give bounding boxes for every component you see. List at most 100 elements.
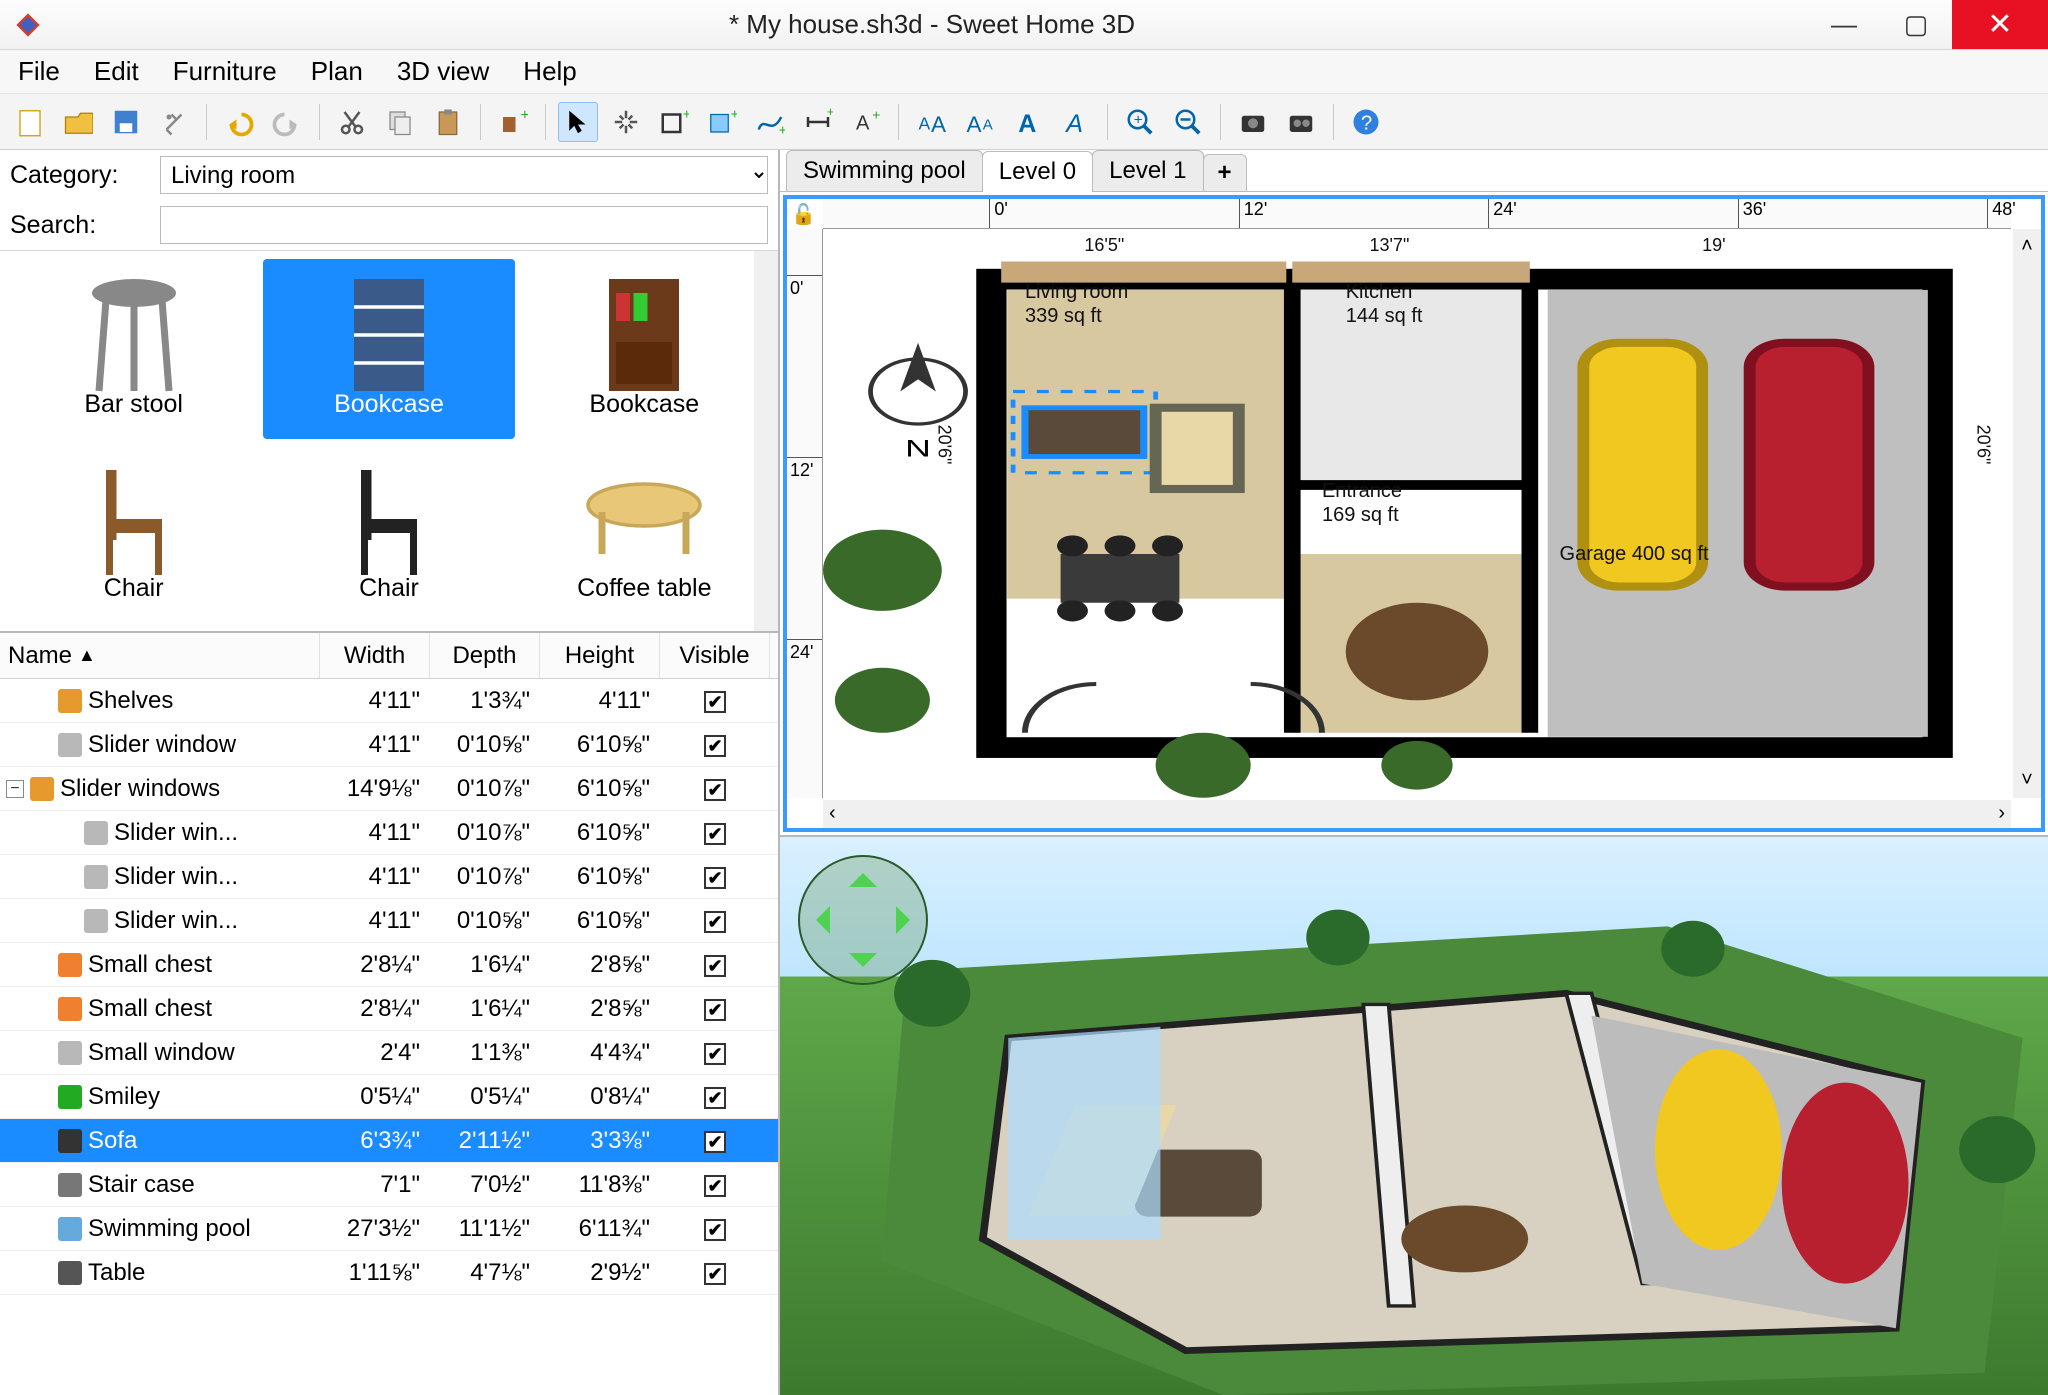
furniture-depth: 1'6¼" — [430, 995, 540, 1023]
paste-button[interactable] — [428, 102, 468, 142]
visible-checkbox[interactable]: ✔ — [704, 691, 726, 713]
add-text-button[interactable]: A+ — [846, 102, 886, 142]
new-button[interactable] — [10, 102, 50, 142]
furniture-row[interactable]: Table1'11⅝"4'7⅛"2'9½"✔ — [0, 1251, 778, 1295]
furniture-height: 6'10⅝" — [540, 863, 660, 891]
furniture-row[interactable]: Slider win...4'11"0'10⅝"6'10⅝"✔ — [0, 899, 778, 943]
close-button[interactable]: ✕ — [1952, 0, 2048, 49]
undo-button[interactable] — [219, 102, 259, 142]
new-icon — [15, 107, 45, 137]
furniture-depth: 0'10⅝" — [430, 731, 540, 759]
catalog-scrollbar[interactable] — [754, 251, 778, 631]
furniture-height: 11'8⅜" — [540, 1171, 660, 1199]
col-width[interactable]: Width — [320, 633, 430, 678]
open-button[interactable] — [58, 102, 98, 142]
cut-button[interactable] — [332, 102, 372, 142]
plan-canvas[interactable]: N Living room339 sq ftKitchen144 sq ftEn… — [823, 229, 2011, 798]
catalog-item[interactable]: Bar stool — [8, 259, 259, 439]
video-button[interactable] — [1281, 102, 1321, 142]
furniture-row[interactable]: Shelves4'11"1'3¾"4'11"✔ — [0, 679, 778, 723]
visible-checkbox[interactable]: ✔ — [704, 1219, 726, 1241]
visible-checkbox[interactable]: ✔ — [704, 735, 726, 757]
level-tab[interactable]: Level 0 — [982, 151, 1093, 192]
furniture-row[interactable]: Smiley0'5¼"0'5¼"0'8¼"✔ — [0, 1075, 778, 1119]
catalog-item[interactable]: Chair — [263, 443, 514, 623]
menu-plan[interactable]: Plan — [305, 52, 369, 91]
catalog-item[interactable]: Chair — [8, 443, 259, 623]
create-rooms-button[interactable]: + — [702, 102, 742, 142]
visible-checkbox[interactable]: ✔ — [704, 867, 726, 889]
maximize-button[interactable]: ▢ — [1880, 0, 1952, 49]
visible-checkbox[interactable]: ✔ — [704, 1087, 726, 1109]
search-input[interactable] — [160, 206, 768, 244]
catalog-item[interactable]: Coffee table — [519, 443, 770, 623]
menu-help[interactable]: Help — [517, 52, 582, 91]
furniture-row[interactable]: Slider window4'11"0'10⅝"6'10⅝"✔ — [0, 723, 778, 767]
furniture-depth: 1'3¾" — [430, 687, 540, 715]
pan-button[interactable] — [606, 102, 646, 142]
furniture-row[interactable]: Stair case7'1"7'0½"11'8⅜"✔ — [0, 1163, 778, 1207]
copy-button[interactable] — [380, 102, 420, 142]
furniture-row[interactable]: Swimming pool27'3½"11'1½"6'11¾"✔ — [0, 1207, 778, 1251]
visible-checkbox[interactable]: ✔ — [704, 1175, 726, 1197]
increase-text-button[interactable]: AA — [911, 102, 951, 142]
create-walls-button[interactable]: + — [654, 102, 694, 142]
help-button[interactable]: ? — [1346, 102, 1386, 142]
visible-checkbox[interactable]: ✔ — [704, 911, 726, 933]
furniture-icon — [58, 997, 82, 1021]
add-furniture-button[interactable]: + — [493, 102, 533, 142]
visible-checkbox[interactable]: ✔ — [704, 1043, 726, 1065]
visible-checkbox[interactable]: ✔ — [704, 999, 726, 1021]
create-dimensions-button[interactable]: + — [798, 102, 838, 142]
lock-icon[interactable]: 🔓 — [791, 202, 816, 227]
catalog-item[interactable]: Bookcase — [519, 259, 770, 439]
plan-h-scrollbar[interactable]: ‹› — [823, 800, 2011, 828]
zoom-in-button[interactable]: + — [1120, 102, 1160, 142]
menu-edit[interactable]: Edit — [88, 52, 145, 91]
col-visible[interactable]: Visible — [660, 633, 770, 678]
furniture-row[interactable]: −Slider windows14'9⅛"0'10⅞"6'10⅝"✔ — [0, 767, 778, 811]
furniture-row[interactable]: Small chest2'8¼"1'6¼"2'8⅝"✔ — [0, 987, 778, 1031]
menu-3d-view[interactable]: 3D view — [391, 52, 495, 91]
menu-furniture[interactable]: Furniture — [167, 52, 283, 91]
furniture-row[interactable]: Slider win...4'11"0'10⅞"6'10⅝"✔ — [0, 855, 778, 899]
level-tab[interactable]: Swimming pool — [786, 150, 983, 191]
furniture-width: 4'11" — [320, 731, 430, 759]
minimize-button[interactable]: — — [1808, 0, 1880, 49]
zoom-out-button[interactable] — [1168, 102, 1208, 142]
visible-checkbox[interactable]: ✔ — [704, 779, 726, 801]
preferences-button[interactable] — [154, 102, 194, 142]
select-button[interactable] — [558, 102, 598, 142]
add-furniture-icon: + — [498, 107, 528, 137]
col-height[interactable]: Height — [540, 633, 660, 678]
3d-view[interactable] — [780, 835, 2048, 1395]
plan-v-scrollbar[interactable]: ˄˅ — [2013, 229, 2041, 798]
plan-area[interactable]: 🔓 0'12'24'36'48' 0'12'24' — [783, 195, 2045, 832]
menu-file[interactable]: File — [12, 52, 66, 91]
tree-toggle-icon[interactable]: − — [6, 780, 24, 798]
furniture-row[interactable]: Small chest2'8¼"1'6¼"2'8⅝"✔ — [0, 943, 778, 987]
furniture-row[interactable]: Slider win...4'11"0'10⅞"6'10⅝"✔ — [0, 811, 778, 855]
italic-button[interactable]: A — [1055, 102, 1095, 142]
photo-button[interactable] — [1233, 102, 1273, 142]
level-tab[interactable]: Level 1 — [1092, 150, 1203, 191]
visible-checkbox[interactable]: ✔ — [704, 823, 726, 845]
decrease-text-button[interactable]: AA — [959, 102, 999, 142]
toolbar-separator — [319, 104, 320, 140]
furniture-height: 4'11" — [540, 687, 660, 715]
col-name[interactable]: Name▲ — [0, 633, 320, 678]
catalog-grid: Bar stoolBookcaseBookcaseChairChairCoffe… — [0, 251, 778, 631]
bold-button[interactable]: A — [1007, 102, 1047, 142]
add-level-button[interactable]: + — [1203, 154, 1247, 191]
catalog-item[interactable]: Bookcase — [263, 259, 514, 439]
col-depth[interactable]: Depth — [430, 633, 540, 678]
visible-checkbox[interactable]: ✔ — [704, 1263, 726, 1285]
furniture-row[interactable]: Sofa6'3¾"2'11½"3'3⅜"✔ — [0, 1119, 778, 1163]
category-select[interactable]: Living room — [160, 156, 768, 194]
furniture-row[interactable]: Small window2'4"1'1⅜"4'4¾"✔ — [0, 1031, 778, 1075]
redo-button[interactable] — [267, 102, 307, 142]
create-polyline-button[interactable]: + — [750, 102, 790, 142]
visible-checkbox[interactable]: ✔ — [704, 955, 726, 977]
visible-checkbox[interactable]: ✔ — [704, 1131, 726, 1153]
save-button[interactable] — [106, 102, 146, 142]
